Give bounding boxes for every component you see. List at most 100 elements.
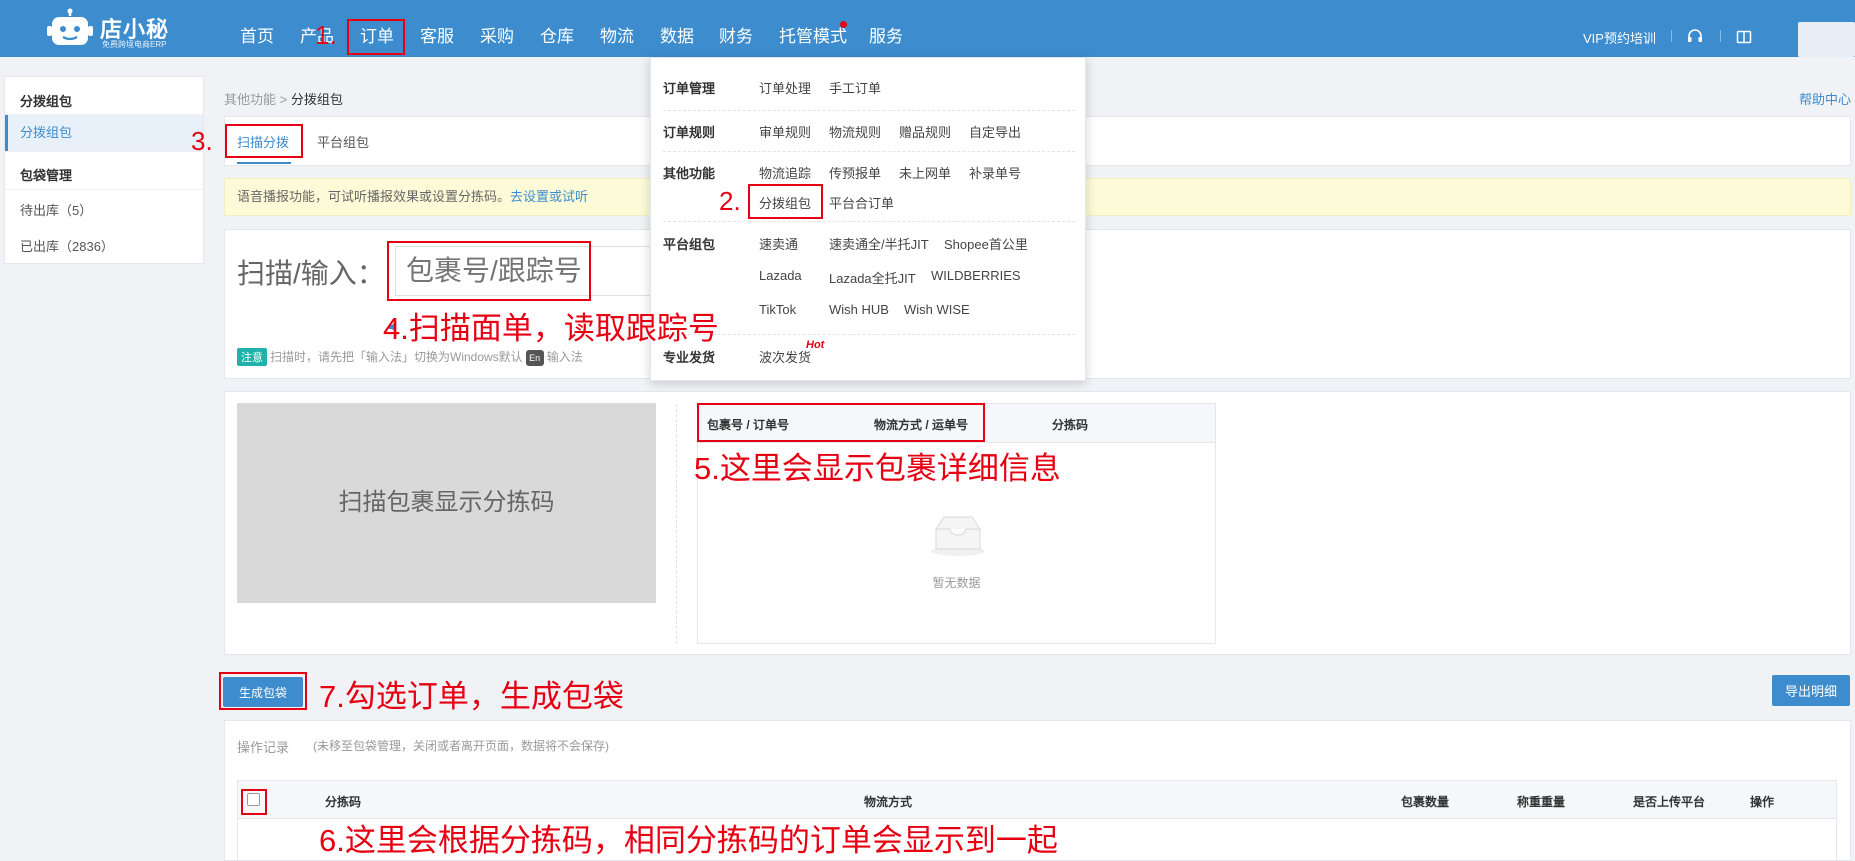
sidebar-group-bag-management: 包袋管理 <box>20 168 73 183</box>
col-logistics-method: 物流方式 <box>864 795 913 809</box>
en-input-method-icon: En <box>525 349 544 366</box>
menu-logistics-tracking[interactable]: 物流追踪 <box>759 163 811 182</box>
nav-warehouse[interactable]: 仓库 <box>540 0 574 57</box>
col-package-count: 包裹数量 <box>1401 795 1450 809</box>
export-details-button[interactable]: 导出明细 <box>1772 675 1850 706</box>
annotation-step-5: 5.这里会显示包裹详细信息 <box>694 451 1061 486</box>
nav-home[interactable]: 首页 <box>240 0 274 57</box>
nav-hosting-mode[interactable]: 托管模式 <box>779 0 847 57</box>
dashed-divider <box>676 404 677 644</box>
tab-platform-pack[interactable]: 平台组包 <box>317 132 369 151</box>
menu-wish-hub[interactable]: Wish HUB <box>829 302 889 317</box>
menu-divider <box>663 221 1075 222</box>
menu-category-platform-pack: 平台组包 <box>663 237 716 252</box>
breadcrumb: 其他功能 > 分拨组包 <box>224 89 343 108</box>
menu-tiktok[interactable]: TikTok <box>759 302 796 317</box>
annotation-box-orders-nav <box>347 19 405 55</box>
menu-divider <box>663 110 1075 111</box>
menu-backfill-number[interactable]: 补录单号 <box>969 163 1021 182</box>
divider <box>5 189 203 190</box>
notice-settings-link[interactable]: 去设置或试听 <box>510 189 588 204</box>
menu-category-order-rules: 订单规则 <box>663 125 716 140</box>
logo[interactable]: 店小秘 免费跨境电商ERP <box>46 6 176 50</box>
menu-category-pro-shipping: 专业发货 <box>663 350 716 365</box>
scan-label: 扫描/输入： <box>237 258 385 289</box>
annotation-step-2: 2. <box>719 186 741 216</box>
annotation-step-4: 4.扫描面单，读取跟踪号 <box>383 311 719 346</box>
annotation-box-scan-tab <box>225 124 303 158</box>
note-badge: 注意 <box>237 348 267 366</box>
nav-data[interactable]: 数据 <box>660 0 694 57</box>
sorting-code-display: 扫描包裹显示分拣码 <box>237 403 656 603</box>
nav-purchase[interactable]: 采购 <box>480 0 514 57</box>
menu-custom-export[interactable]: 自定导出 <box>969 122 1021 141</box>
empty-box-icon <box>931 516 985 556</box>
help-center-link[interactable]: 帮助中心 <box>1799 89 1851 108</box>
menu-logistics-rules[interactable]: 物流规则 <box>829 122 881 141</box>
divider <box>5 151 203 152</box>
notice-text: 语音播报功能，可试听播报效果或设置分拣码。 <box>237 189 511 204</box>
annotation-step-1: 1. <box>315 20 337 50</box>
menu-lazada-jit[interactable]: Lazada全托JIT <box>829 268 916 287</box>
menu-divider <box>663 151 1075 152</box>
nav-finance[interactable]: 财务 <box>719 0 753 57</box>
menu-aliexpress[interactable]: 速卖通 <box>759 234 798 253</box>
col-sorting-code: 分拣码 <box>1052 418 1089 432</box>
tip-text-end: 输入法 <box>546 350 583 364</box>
active-tab-indicator <box>237 162 291 164</box>
headset-icon[interactable] <box>1687 29 1703 45</box>
menu-wave-shipping[interactable]: 波次发货 <box>759 347 811 366</box>
sidebar-item-shipped[interactable]: 已出库（2836） <box>5 229 203 265</box>
menu-gift-rules[interactable]: 赠品规则 <box>899 122 951 141</box>
breadcrumb-current: 分拨组包 <box>290 92 343 107</box>
annotation-step-3: 3. <box>191 126 213 156</box>
menu-platform-combined-order[interactable]: 平台合订单 <box>829 193 894 212</box>
book-icon[interactable] <box>1736 29 1752 45</box>
top-separator <box>1671 30 1672 42</box>
vip-training-link[interactable]: VIP预约培训 <box>1583 28 1656 47</box>
sidebar-group-distribution: 分拨组包 <box>20 94 73 109</box>
menu-wish-wise[interactable]: Wish WISE <box>904 302 970 317</box>
menu-review-rules[interactable]: 审单规则 <box>759 122 811 141</box>
notification-dot <box>840 21 847 28</box>
annotation-step-6: 6.这里会根据分拣码，相同分拣码的订单会显示到一起 <box>319 823 1058 858</box>
annotation-box-table-header <box>697 403 985 442</box>
annotation-box-distribution-menu <box>748 184 823 219</box>
input-method-tip: 注意 扫描时，请先把「输入法」切换为Windows默认 En 输入法 <box>237 348 583 366</box>
empty-state-text: 暂无数据 <box>932 576 981 590</box>
top-navbar: 店小秘 免费跨境电商ERP 首页 产品 订单 客服 采购 仓库 物流 数据 财务… <box>0 0 1855 57</box>
logo-subtitle: 免费跨境电商ERP <box>102 40 167 49</box>
menu-not-online[interactable]: 未上网单 <box>899 163 951 182</box>
menu-order-processing[interactable]: 订单处理 <box>759 78 811 97</box>
col-weight: 称重重量 <box>1517 795 1566 809</box>
hot-badge: Hot <box>806 339 825 351</box>
menu-wildberries[interactable]: WILDBERRIES <box>931 268 1021 283</box>
nav-services[interactable]: 服务 <box>869 0 903 57</box>
annotation-box-scan-input <box>387 241 591 301</box>
menu-category-other-functions: 其他功能 <box>663 166 716 181</box>
menu-lazada[interactable]: Lazada <box>759 268 802 283</box>
robot-logo-icon <box>47 8 93 45</box>
col-actions: 操作 <box>1750 795 1775 809</box>
breadcrumb-separator: > <box>279 92 288 107</box>
breadcrumb-parent[interactable]: 其他功能 <box>224 92 276 107</box>
menu-divider <box>663 334 1075 335</box>
sidebar-item-distribution-pack[interactable]: 分拨组包 <box>5 115 203 151</box>
sidebar-item-pending-outbound[interactable]: 待出库（5） <box>5 193 203 229</box>
menu-category-order-management: 订单管理 <box>663 81 716 96</box>
sidebar: 分拨组包 分拨组包 包袋管理 待出库（5） 已出库（2836） <box>4 76 204 264</box>
annotation-box-generate-button <box>219 672 307 710</box>
menu-manual-order[interactable]: 手工订单 <box>829 78 881 97</box>
result-panel: 扫描包裹显示分拣码 包裹号 / 订单号 物流方式 / 运单号 分拣码 暂无数据 <box>224 391 1851 655</box>
user-avatar[interactable] <box>1798 22 1855 57</box>
operation-log-hint: (未移至包袋管理，关闭或者离开页面，数据将不会保存) <box>313 739 609 753</box>
menu-upload-forecast[interactable]: 传预报单 <box>829 163 881 182</box>
col-uploaded-to-platform: 是否上传平台 <box>1633 795 1706 809</box>
nav-customer-service[interactable]: 客服 <box>420 0 454 57</box>
menu-shopee-first-mile[interactable]: Shopee首公里 <box>944 234 1028 253</box>
annotation-box-select-all <box>241 789 267 815</box>
nav-logistics[interactable]: 物流 <box>600 0 634 57</box>
operation-log-title: 操作记录 <box>237 740 290 755</box>
col-sort-code: 分拣码 <box>325 795 362 809</box>
menu-aliexpress-jit[interactable]: 速卖通全/半托JIT <box>829 234 929 253</box>
